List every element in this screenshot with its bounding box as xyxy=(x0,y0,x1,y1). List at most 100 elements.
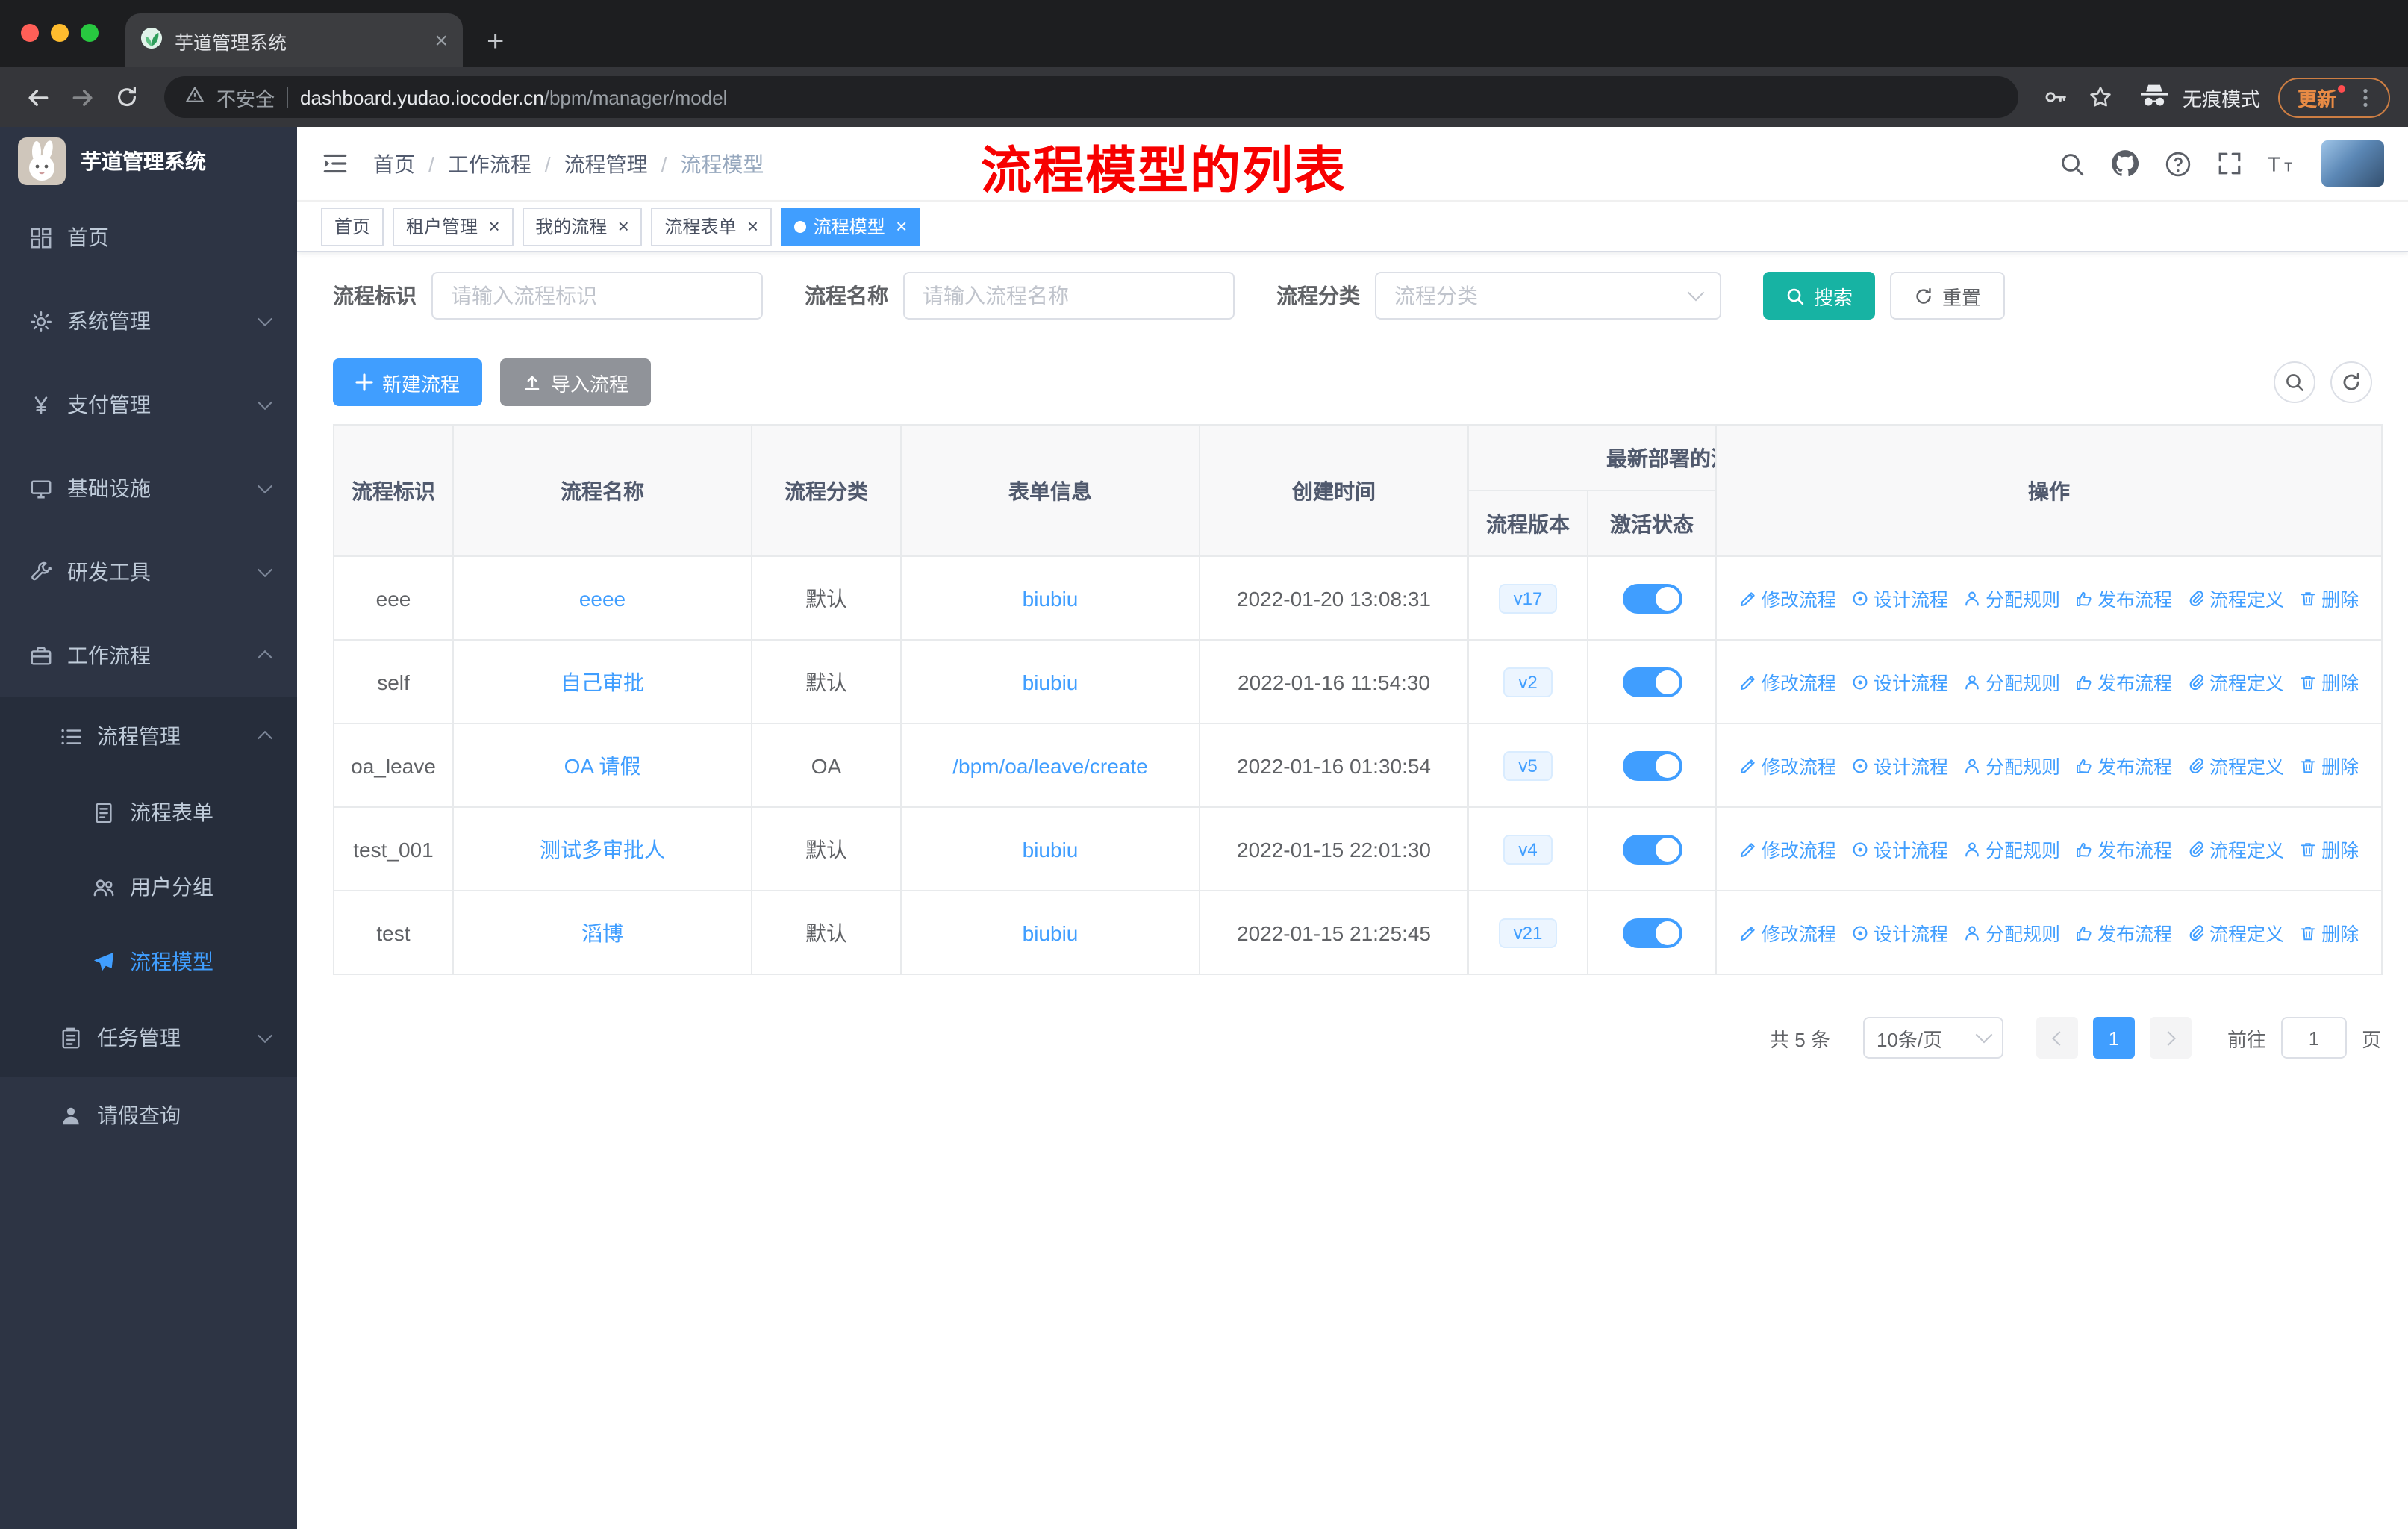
window-minimize-button[interactable] xyxy=(51,24,69,42)
action-design[interactable]: 设计流程 xyxy=(1851,584,1948,612)
forward-button[interactable] xyxy=(63,78,102,116)
action-design[interactable]: 设计流程 xyxy=(1851,835,1948,863)
create-process-button[interactable]: 新建流程 xyxy=(333,358,483,406)
search-button[interactable]: 搜索 xyxy=(1763,272,1876,320)
sidebar-item-process-model[interactable]: 流程模型 xyxy=(0,924,297,999)
prev-page-button[interactable] xyxy=(2036,1017,2078,1059)
sidebar-item-user-group[interactable]: 用户分组 xyxy=(0,850,297,924)
user-avatar[interactable] xyxy=(2321,140,2384,187)
action-design[interactable]: 设计流程 xyxy=(1851,918,1948,947)
form-info-link[interactable]: biubiu xyxy=(1023,837,1079,861)
tag-close-icon[interactable]: × xyxy=(617,217,628,236)
action-definition[interactable]: 流程定义 xyxy=(2187,667,2284,696)
filter-category-select[interactable]: 流程分类 xyxy=(1375,272,1721,320)
action-edit[interactable]: 修改流程 xyxy=(1739,835,1836,863)
reload-button[interactable] xyxy=(107,78,146,116)
kebab-menu-icon[interactable] xyxy=(2354,86,2377,108)
action-assign[interactable]: 分配规则 xyxy=(1963,835,2060,863)
action-publish[interactable]: 发布流程 xyxy=(2075,584,2172,612)
action-design[interactable]: 设计流程 xyxy=(1851,751,1948,779)
tag-home[interactable]: 首页 xyxy=(321,207,384,246)
action-edit[interactable]: 修改流程 xyxy=(1739,751,1836,779)
fullscreen-icon[interactable] xyxy=(2217,151,2242,176)
address-bar[interactable]: 不安全 dashboard.yudao.iocoder.cn/bpm/manag… xyxy=(164,76,2018,118)
action-publish[interactable]: 发布流程 xyxy=(2075,667,2172,696)
action-assign[interactable]: 分配规则 xyxy=(1963,918,2060,947)
action-design[interactable]: 设计流程 xyxy=(1851,667,1948,696)
action-edit[interactable]: 修改流程 xyxy=(1739,584,1836,612)
tag-process-form[interactable]: 流程表单 × xyxy=(651,207,772,246)
action-assign[interactable]: 分配规则 xyxy=(1963,667,2060,696)
search-icon[interactable] xyxy=(2059,150,2086,177)
sidebar-item-system-management[interactable]: 系统管理 xyxy=(0,279,297,363)
filter-name-input[interactable] xyxy=(903,272,1235,320)
sidebar-toggle-icon[interactable] xyxy=(321,149,349,178)
action-definition[interactable]: 流程定义 xyxy=(2187,918,2284,947)
action-publish[interactable]: 发布流程 xyxy=(2075,835,2172,863)
action-delete[interactable]: 删除 xyxy=(2299,751,2359,779)
sidebar-item-workflow[interactable]: 工作流程 xyxy=(0,614,297,697)
font-size-icon[interactable]: TT xyxy=(2268,151,2296,176)
sidebar-item-home[interactable]: 首页 xyxy=(0,196,297,279)
window-zoom-button[interactable] xyxy=(81,24,99,42)
update-button[interactable]: 更新 xyxy=(2277,77,2390,117)
sidebar-item-leave-query[interactable]: 请假查询 xyxy=(0,1077,297,1154)
key-icon[interactable] xyxy=(2036,78,2075,116)
github-icon[interactable] xyxy=(2111,149,2139,178)
form-info-link[interactable]: biubiu xyxy=(1023,586,1079,610)
active-toggle[interactable] xyxy=(1622,834,1682,864)
action-delete[interactable]: 删除 xyxy=(2299,835,2359,863)
filter-id-input[interactable] xyxy=(431,272,763,320)
active-toggle[interactable] xyxy=(1622,918,1682,947)
action-delete[interactable]: 删除 xyxy=(2299,667,2359,696)
reset-button[interactable]: 重置 xyxy=(1890,272,2006,320)
sidebar-item-task-management[interactable]: 任务管理 xyxy=(0,999,297,1077)
model-name-link[interactable]: 自己审批 xyxy=(561,670,644,694)
action-publish[interactable]: 发布流程 xyxy=(2075,751,2172,779)
sidebar-item-process-form[interactable]: 流程表单 xyxy=(0,775,297,850)
action-edit[interactable]: 修改流程 xyxy=(1739,918,1836,947)
show-search-button[interactable] xyxy=(2274,361,2315,403)
page-size-select[interactable]: 10条/页 xyxy=(1862,1017,2003,1059)
model-name-link[interactable]: 测试多审批人 xyxy=(540,837,665,861)
form-info-link[interactable]: biubiu xyxy=(1023,670,1079,694)
action-definition[interactable]: 流程定义 xyxy=(2187,751,2284,779)
next-page-button[interactable] xyxy=(2149,1017,2192,1059)
tag-my-process[interactable]: 我的流程 × xyxy=(522,207,643,246)
active-toggle[interactable] xyxy=(1622,583,1682,613)
action-assign[interactable]: 分配规则 xyxy=(1963,751,2060,779)
breadcrumb-item[interactable]: 工作流程 xyxy=(448,149,531,178)
action-delete[interactable]: 删除 xyxy=(2299,918,2359,947)
form-info-link[interactable]: biubiu xyxy=(1023,921,1079,944)
form-info-link[interactable]: /bpm/oa/leave/create xyxy=(952,753,1148,777)
sidebar-item-process-management[interactable]: 流程管理 xyxy=(0,697,297,775)
browser-tab[interactable]: 芋道管理系统 × xyxy=(125,13,463,67)
action-delete[interactable]: 删除 xyxy=(2299,584,2359,612)
page-number-button[interactable]: 1 xyxy=(2092,1017,2135,1059)
action-definition[interactable]: 流程定义 xyxy=(2187,835,2284,863)
active-toggle[interactable] xyxy=(1622,750,1682,780)
import-process-button[interactable]: 导入流程 xyxy=(500,358,652,406)
sidebar-item-dev-tools[interactable]: 研发工具 xyxy=(0,530,297,614)
goto-page-input[interactable] xyxy=(2280,1017,2347,1059)
tag-close-icon[interactable]: × xyxy=(747,217,758,236)
tag-close-icon[interactable]: × xyxy=(896,217,907,236)
action-edit[interactable]: 修改流程 xyxy=(1739,667,1836,696)
action-assign[interactable]: 分配规则 xyxy=(1963,584,2060,612)
back-button[interactable] xyxy=(18,78,57,116)
breadcrumb-item[interactable]: 流程管理 xyxy=(564,149,648,178)
tag-process-model[interactable]: 流程模型 × xyxy=(780,207,920,246)
action-publish[interactable]: 发布流程 xyxy=(2075,918,2172,947)
model-name-link[interactable]: OA 请假 xyxy=(564,753,641,777)
sidebar-item-payment-management[interactable]: 支付管理 xyxy=(0,363,297,446)
new-tab-button[interactable]: + xyxy=(487,27,504,57)
bookmark-star-icon[interactable] xyxy=(2081,78,2120,116)
sidebar-item-infrastructure[interactable]: 基础设施 xyxy=(0,446,297,530)
tab-close-icon[interactable]: × xyxy=(434,28,448,53)
tag-tenant-management[interactable]: 租户管理 × xyxy=(393,207,514,246)
model-name-link[interactable]: eeee xyxy=(579,586,626,610)
active-toggle[interactable] xyxy=(1622,667,1682,697)
tag-close-icon[interactable]: × xyxy=(488,217,499,236)
refresh-table-button[interactable] xyxy=(2330,361,2372,403)
model-name-link[interactable]: 滔博 xyxy=(581,921,623,944)
